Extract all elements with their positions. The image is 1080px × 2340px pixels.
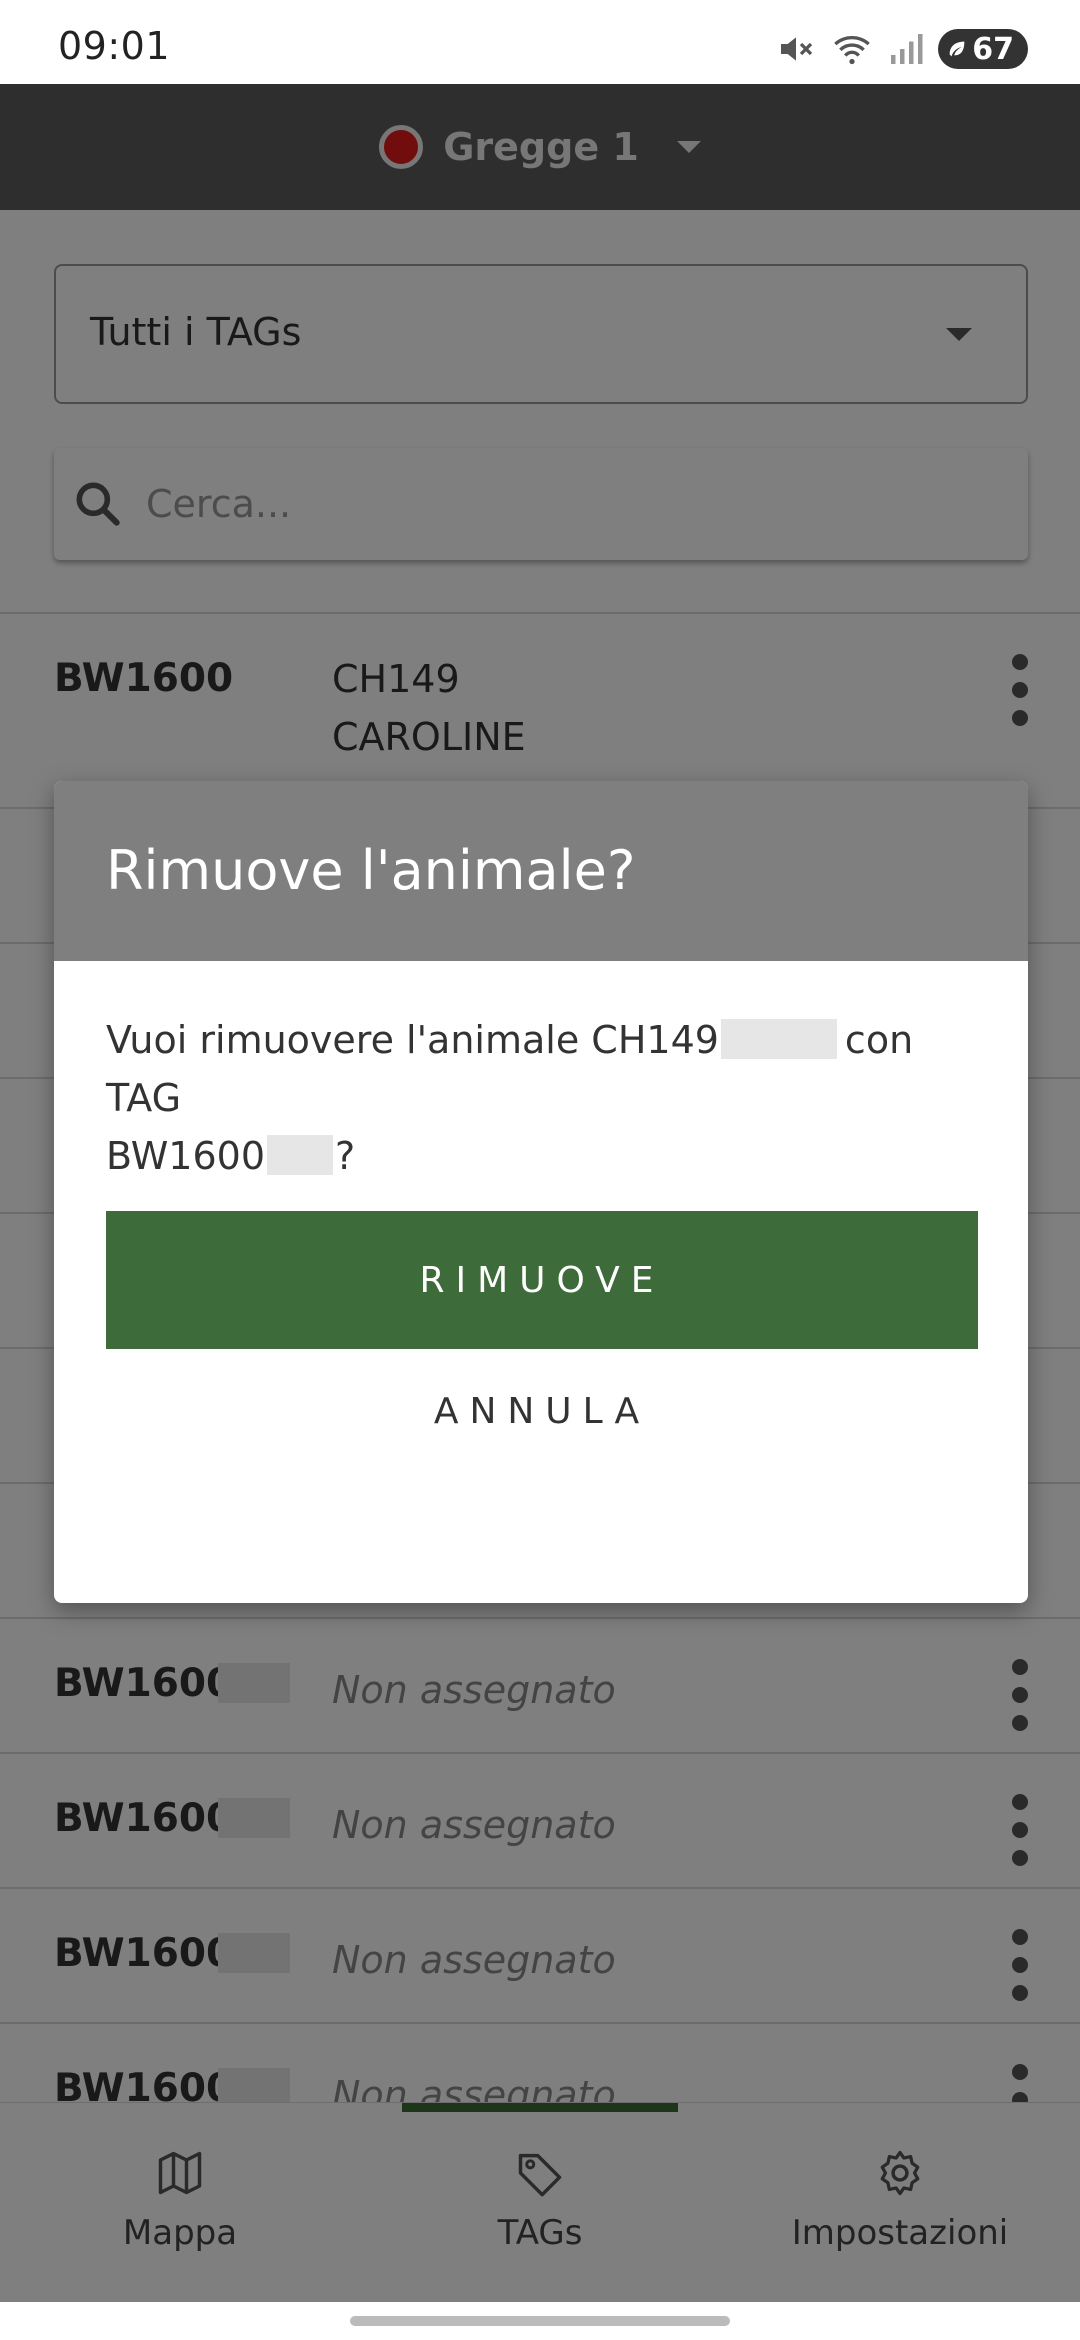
- dialog-message: Vuoi rimuovere l'animale CH149 con TAG BW…: [106, 1011, 986, 1185]
- message-text-1: Vuoi rimuovere l'animale CH149: [106, 1018, 719, 1062]
- status-time: 09:01: [58, 24, 171, 68]
- dialog-title: Rimuove l'animale?: [106, 839, 636, 902]
- mute-icon: [781, 37, 813, 61]
- wifi-icon: [834, 36, 871, 65]
- cancel-button[interactable]: ANNULA: [106, 1321, 978, 1501]
- status-icons: 67: [776, 26, 1028, 72]
- screen: 09:01 67 Cerca... Rimuove l'animale? Vuo…: [0, 0, 1080, 2340]
- remove-animal-dialog: Rimuove l'animale? Vuoi rimuovere l'anim…: [54, 781, 1028, 1603]
- battery-level: 67: [972, 31, 1014, 67]
- home-indicator[interactable]: [350, 2316, 730, 2326]
- message-text-4: ?: [335, 1134, 356, 1178]
- redacted-tag-id: [267, 1135, 333, 1175]
- message-text-3: BW1600: [106, 1134, 265, 1178]
- battery-indicator: 67: [938, 29, 1028, 69]
- status-bar: 09:01 67: [0, 0, 1080, 84]
- dialog-header: Rimuove l'animale?: [54, 781, 1028, 961]
- signal-icon: [891, 34, 923, 64]
- redacted-animal-id: [720, 1019, 837, 1059]
- battery-saver-icon: [949, 41, 965, 57]
- gesture-bar-area: [0, 2302, 1080, 2340]
